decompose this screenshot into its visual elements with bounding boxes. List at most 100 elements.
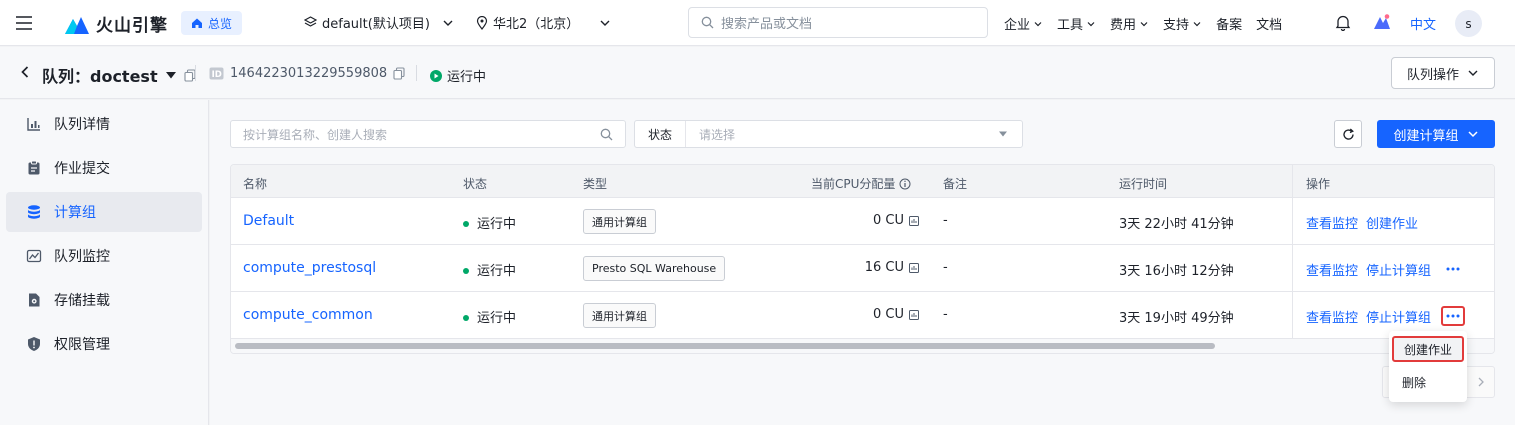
table-row: compute_prestosql 运行中 Presto SQL Warehou…: [231, 245, 1494, 292]
sidebar-item-compute-group[interactable]: 计算组: [6, 192, 202, 232]
language-switch[interactable]: 中文: [1410, 14, 1436, 33]
compute-group-name-link[interactable]: compute_common: [243, 307, 373, 323]
chevron-down-icon: [443, 20, 453, 26]
status-filter-placeholder: 请选择: [699, 127, 736, 142]
cpu-cell: 16 CU: [791, 245, 919, 292]
global-search-placeholder: 搜索产品或文档: [721, 17, 813, 32]
nav-item-tools[interactable]: 工具: [1057, 14, 1096, 33]
database-icon: [28, 205, 40, 219]
stop-compute-group-link[interactable]: 停止计算组: [1366, 307, 1431, 326]
sidebar-item-label: 队列监控: [54, 249, 110, 265]
horizontal-scrollbar[interactable]: [231, 339, 1494, 353]
nav-label: 工具: [1057, 18, 1084, 33]
caret-down-icon[interactable]: [165, 70, 177, 80]
ops-column-divider: [1292, 165, 1293, 339]
global-search-input[interactable]: 搜索产品或文档: [688, 7, 988, 38]
column-status: 状态: [463, 177, 488, 191]
nav-item-docs[interactable]: 文档: [1256, 14, 1282, 33]
nav-item-filing[interactable]: 备案: [1216, 14, 1242, 33]
sidebar-item-permissions[interactable]: 权限管理: [6, 324, 202, 364]
project-selector[interactable]: default(默认项目): [304, 13, 455, 32]
status-dot: [463, 267, 469, 274]
stop-compute-group-link[interactable]: 停止计算组: [1366, 260, 1431, 279]
menu-item-delete[interactable]: 删除: [1392, 369, 1464, 395]
avatar[interactable]: s: [1455, 10, 1482, 37]
next-page-button[interactable]: [1467, 366, 1495, 398]
menu-icon[interactable]: [14, 13, 34, 33]
chevron-down-icon: [1034, 21, 1042, 26]
scrollbar-thumb[interactable]: [235, 343, 1215, 349]
bell-icon[interactable]: [1335, 14, 1351, 31]
create-compute-group-label: 创建计算组: [1393, 128, 1459, 144]
home-button[interactable]: 总览: [181, 11, 243, 35]
chevron-down-icon: [1087, 21, 1095, 26]
view-monitor-link[interactable]: 查看监控: [1306, 260, 1358, 279]
info-icon[interactable]: [899, 178, 911, 190]
cpu-detail-icon[interactable]: [909, 262, 919, 273]
column-ops: 操作: [1306, 177, 1331, 191]
compute-group-search-input[interactable]: 按计算组名称、创建人搜索: [230, 120, 626, 148]
create-compute-group-button[interactable]: 创建计算组: [1377, 120, 1495, 148]
more-actions-menu: 创建作业 删除: [1389, 331, 1467, 402]
ai-assistant-icon[interactable]: [1373, 13, 1391, 31]
svg-text:ID: ID: [212, 70, 222, 80]
create-job-link[interactable]: 创建作业: [1366, 213, 1418, 232]
nav-item-billing[interactable]: 费用: [1110, 14, 1149, 33]
cpu-value: 16 CU: [865, 260, 919, 275]
search-icon: [701, 16, 714, 29]
sidebar-item-queue-monitor[interactable]: 队列监控: [6, 236, 202, 276]
cpu-value: 0 CU: [873, 307, 919, 322]
volcano-logo-icon: [65, 16, 89, 34]
copy-icon[interactable]: [184, 68, 196, 82]
storage-icon: [29, 293, 40, 307]
caret-down-icon: [999, 131, 1007, 137]
running-status-icon: [430, 69, 442, 82]
queue-id: ID 1464223013229559808: [209, 66, 405, 81]
main-content: 按计算组名称、创建人搜索 状态 请选择 创建计算组 名称 状态 类型 当前CPU…: [210, 100, 1515, 425]
brand-logo[interactable]: 火山引擎: [64, 11, 168, 36]
type-tag: 通用计算组: [583, 303, 656, 328]
row-status: 运行中: [463, 213, 516, 232]
chevron-right-icon: [1478, 377, 1484, 387]
queue-ops-button[interactable]: 队列操作: [1391, 57, 1495, 89]
home-label: 总览: [208, 16, 233, 31]
more-dots-icon: [1446, 267, 1460, 271]
row-runtime: 3天 19小时 49分钟: [1119, 311, 1234, 326]
more-actions-button[interactable]: [1441, 259, 1465, 279]
view-monitor-link[interactable]: 查看监控: [1306, 307, 1358, 326]
cpu-detail-icon[interactable]: [909, 215, 919, 226]
nav-item-enterprise[interactable]: 企业: [1004, 14, 1043, 33]
table-row: Default 运行中 通用计算组 0 CU - 3天 22小时 41分钟 查看…: [231, 198, 1494, 245]
table-row: compute_common 运行中 通用计算组 0 CU - 3天 19小时 …: [231, 292, 1494, 339]
sidebar-item-job-submit[interactable]: 作业提交: [6, 148, 202, 188]
chart-icon: [27, 118, 40, 131]
id-badge-icon: ID: [209, 67, 224, 80]
menu-item-create-job[interactable]: 创建作业: [1392, 336, 1464, 362]
cpu-value-text: 16 CU: [864, 260, 904, 275]
compute-group-name-link[interactable]: compute_prestosql: [243, 260, 376, 276]
row-status: 运行中: [463, 307, 516, 326]
row-note: -: [943, 307, 948, 322]
cpu-detail-icon[interactable]: [909, 309, 919, 320]
sidebar-item-queue-details[interactable]: 队列详情: [6, 104, 202, 144]
region-selector[interactable]: 华北2（北京）: [476, 13, 612, 32]
row-status-label: 运行中: [477, 264, 517, 279]
refresh-button[interactable]: [1334, 120, 1362, 148]
compute-group-name-link[interactable]: Default: [243, 213, 294, 229]
status-filter-select[interactable]: 状态 请选择: [634, 120, 1023, 148]
sidebar-item-storage-mount[interactable]: 存储挂载: [6, 280, 202, 320]
queue-ops-label: 队列操作: [1406, 67, 1459, 83]
row-status: 运行中: [463, 260, 516, 279]
nav-label: 文档: [1256, 18, 1283, 33]
copy-icon[interactable]: [393, 67, 405, 80]
back-arrow-icon[interactable]: [19, 65, 31, 79]
view-monitor-link[interactable]: 查看监控: [1306, 213, 1358, 232]
chevron-down-icon: [600, 20, 610, 26]
nav-item-support[interactable]: 支持: [1163, 14, 1202, 33]
sidebar-item-label: 计算组: [54, 205, 96, 221]
more-actions-button[interactable]: [1441, 306, 1465, 326]
type-tag: 通用计算组: [583, 209, 656, 234]
chevron-down-icon: [1140, 21, 1148, 26]
clipboard-icon: [28, 160, 40, 175]
nav-label: 支持: [1163, 18, 1190, 33]
